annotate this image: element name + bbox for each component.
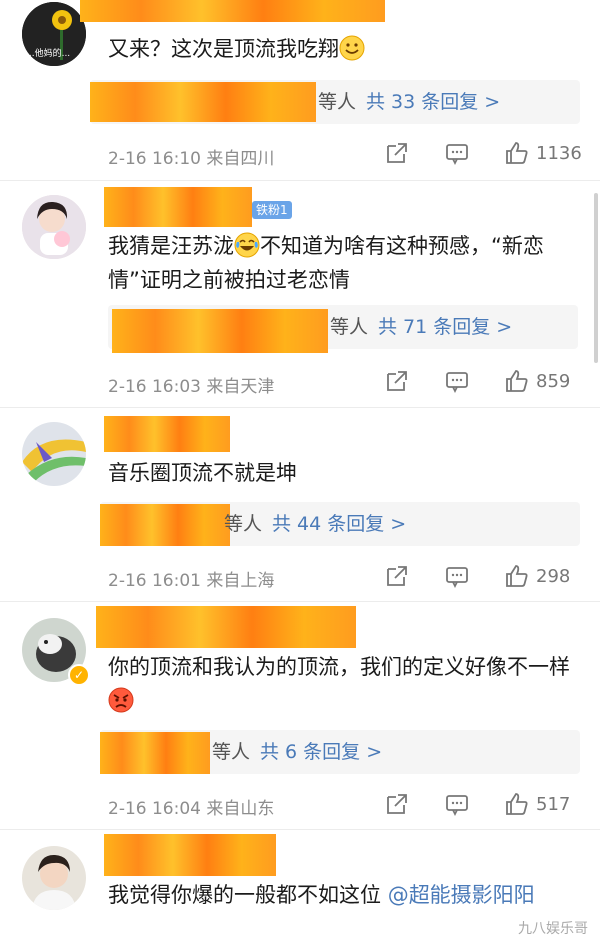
fan-badge: 铁粉1 — [252, 201, 292, 219]
comment-icon[interactable] — [444, 368, 470, 394]
username-redacted[interactable] — [104, 416, 230, 452]
replies-suffix: 等人 — [212, 741, 251, 763]
replies-box[interactable]: 等人共 33 条回复 > — [90, 80, 580, 124]
replies-count-link[interactable]: 共 44 条回复 > — [272, 513, 406, 535]
avatar[interactable] — [22, 846, 86, 910]
comment-text: 音乐圈顶流不就是坤 — [108, 461, 297, 485]
avatar[interactable] — [22, 422, 86, 486]
smile-emoji — [339, 35, 365, 61]
replies-box[interactable]: 等人共 6 条回复 > — [100, 730, 580, 774]
comment-actions: 859 — [350, 368, 582, 394]
comment-location: 来自天津 — [206, 377, 275, 397]
like-count: 859 — [536, 370, 571, 392]
like-icon[interactable] — [504, 563, 530, 589]
comment-meta: 2-16 16:04 来自山东 — [108, 794, 274, 819]
comment-date: 2-16 16:04 — [108, 799, 201, 819]
scrollbar[interactable] — [594, 193, 598, 363]
comment-4: ✓ 你的顶流和我认为的顶流，我们的定义好像不一样 等人共 6 条回复 > 2-1… — [0, 602, 600, 829]
comment-date: 2-16 16:03 — [108, 377, 201, 397]
username-redacted[interactable] — [96, 606, 356, 648]
comment-location: 来自山东 — [206, 799, 275, 819]
tears-of-joy-emoji — [234, 232, 260, 258]
like-count: 1136 — [536, 142, 582, 164]
replies-count-link[interactable]: 共 33 条回复 > — [366, 91, 500, 113]
mention-link[interactable]: @超能摄影阳阳 — [388, 883, 535, 907]
comment-text: 又来？这次是顶流我吃翔 — [108, 32, 588, 66]
share-icon[interactable] — [384, 563, 410, 589]
username-redacted[interactable] — [104, 187, 252, 227]
verified-badge-icon: ✓ — [68, 664, 90, 686]
comment-actions: 517 — [350, 791, 582, 817]
comment-text: 我觉得你爆的一般都不如这位 @超能摄影阳阳 — [108, 883, 535, 907]
avatar-caption: ...他妈的... — [26, 49, 71, 59]
replier-names-redacted — [112, 309, 328, 353]
comment-text: 我猜是汪苏泷 不知道为啥有这种预感，“新恋情”证明之前被拍过老恋情 — [108, 232, 544, 292]
comment-meta: 2-16 16:01 来自上海 — [108, 566, 274, 591]
username-redacted[interactable] — [104, 834, 276, 876]
replies-count-link[interactable]: 共 71 条回复 > — [378, 316, 512, 338]
replier-names-redacted — [100, 732, 210, 774]
like-count: 298 — [536, 565, 571, 587]
comment-location: 来自四川 — [206, 149, 275, 169]
comment-actions: 298 — [350, 563, 582, 589]
comment-icon[interactable] — [444, 140, 470, 166]
comment-meta: 2-16 16:03 来自天津 — [108, 372, 274, 397]
replies-suffix: 等人 — [224, 513, 263, 535]
replies-count-link[interactable]: 共 6 条回复 > — [260, 741, 382, 763]
like-count: 517 — [536, 793, 571, 815]
share-icon[interactable] — [384, 791, 410, 817]
comment-meta: 2-16 16:10 来自四川 — [108, 144, 274, 169]
replies-suffix: 等人 — [318, 91, 357, 113]
username-redacted[interactable] — [80, 0, 385, 22]
replies-box[interactable]: 等人共 71 条回复 > — [108, 305, 578, 353]
replier-names-redacted — [90, 82, 316, 122]
share-icon[interactable] — [384, 368, 410, 394]
replies-box[interactable]: 等人共 44 条回复 > — [100, 502, 580, 546]
comment-date: 2-16 16:10 — [108, 149, 201, 169]
comment-icon[interactable] — [444, 791, 470, 817]
comment-location: 来自上海 — [206, 571, 275, 591]
comment-1: ...他妈的... 又来？这次是顶流我吃翔 等人共 33 条回复 > 2-16 … — [0, 0, 600, 180]
replies-suffix: 等人 — [330, 316, 369, 338]
angry-emoji — [108, 687, 134, 713]
comment-5: 我觉得你爆的一般都不如这位 @超能摄影阳阳 九八娱乐哥 — [0, 830, 600, 948]
watermark: 九八娱乐哥 — [518, 921, 588, 937]
comment-actions: 1136 — [350, 140, 582, 166]
like-icon[interactable] — [504, 140, 530, 166]
comment-date: 2-16 16:01 — [108, 571, 201, 591]
replier-names-redacted — [100, 504, 230, 546]
like-icon[interactable] — [504, 368, 530, 394]
share-icon[interactable] — [384, 140, 410, 166]
comment-3: 音乐圈顶流不就是坤 等人共 44 条回复 > 2-16 16:01 来自上海 2… — [0, 408, 600, 601]
avatar[interactable] — [22, 195, 86, 259]
like-icon[interactable] — [504, 791, 530, 817]
comment-2: 铁粉1 我猜是汪苏泷 不知道为啥有这种预感，“新恋情”证明之前被拍过老恋情 等人共… — [0, 181, 600, 407]
comment-text: 你的顶流和我认为的顶流，我们的定义好像不一样 — [108, 650, 578, 718]
comment-icon[interactable] — [444, 563, 470, 589]
